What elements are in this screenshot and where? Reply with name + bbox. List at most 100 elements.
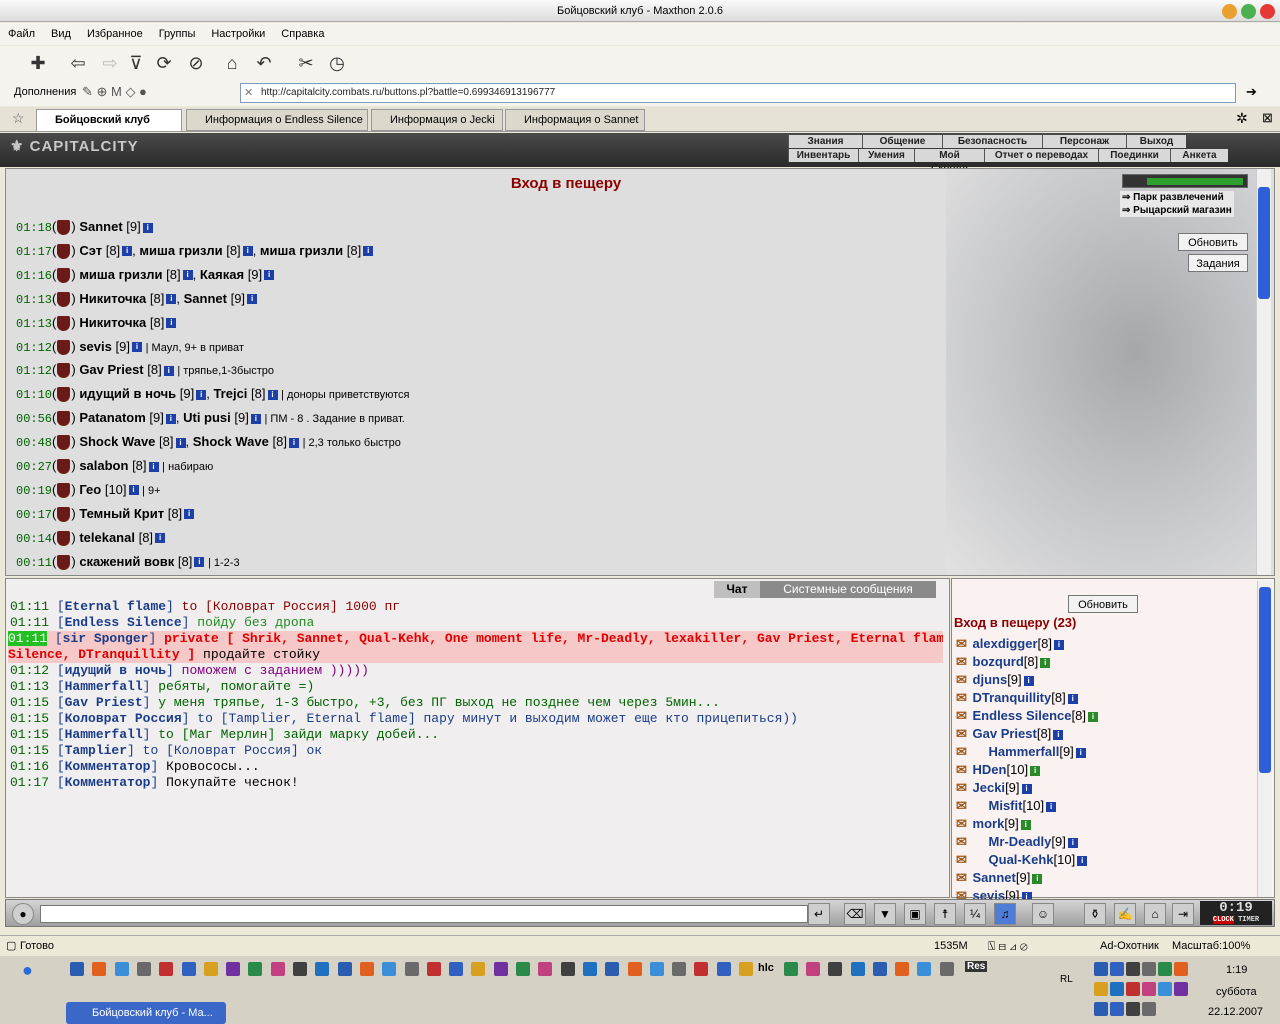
- member-name[interactable]: миша гризли: [139, 243, 222, 258]
- info-icon[interactable]: i: [264, 270, 275, 281]
- info-icon[interactable]: i: [166, 294, 177, 305]
- nav-item[interactable]: Персонаж: [1042, 135, 1126, 148]
- tray-icon[interactable]: [1094, 1002, 1108, 1016]
- user-action-icon[interactable]: ✉: [956, 636, 971, 651]
- quick-launch-icon[interactable]: [92, 962, 107, 976]
- link-amusement-park[interactable]: ⇒ Парк развлечений: [1122, 191, 1232, 204]
- chat-nick[interactable]: Коловрат Россия: [65, 711, 182, 726]
- tray-icon[interactable]: [1158, 982, 1172, 996]
- undo-icon[interactable]: ↶: [252, 51, 276, 75]
- info-icon[interactable]: i: [194, 557, 205, 568]
- member-name[interactable]: Каякая: [200, 267, 244, 282]
- info-icon[interactable]: i: [1054, 639, 1065, 650]
- tray-icon[interactable]: [1142, 982, 1156, 996]
- user-action-icon[interactable]: ✉: [956, 654, 971, 669]
- user-name[interactable]: HDen: [973, 762, 1007, 777]
- tab-system-messages[interactable]: Системные сообщения: [760, 581, 936, 598]
- smiley-head-icon[interactable]: ●: [12, 903, 34, 925]
- user-action-icon[interactable]: ✉: [956, 852, 971, 867]
- quick-launch-icon[interactable]: [270, 962, 285, 976]
- user-row[interactable]: ✉ alexdigger[8] i: [956, 635, 1065, 653]
- tab-info-sannet[interactable]: Информация о Sannet: [505, 109, 645, 131]
- member-name[interactable]: миша гризли: [260, 243, 343, 258]
- person-icon[interactable]: ☨: [934, 903, 956, 925]
- send-icon[interactable]: ↵: [808, 903, 830, 925]
- member-name[interactable]: Никиточка: [79, 315, 146, 330]
- user-action-icon[interactable]: ✉: [956, 726, 971, 741]
- member-name[interactable]: sevis: [79, 339, 112, 354]
- link-knight-shop[interactable]: ⇒ Рыцарский магазин: [1122, 204, 1232, 217]
- member-name[interactable]: Shock Wave: [193, 434, 269, 449]
- chat-nick[interactable]: идущий в ночь: [65, 663, 166, 678]
- tray-icon[interactable]: [1094, 982, 1108, 996]
- member-name[interactable]: миша гризли: [79, 267, 162, 282]
- chat-nick[interactable]: Eternal flame: [65, 599, 166, 614]
- refresh-button[interactable]: Обновить: [1178, 233, 1248, 251]
- member-name[interactable]: Trejci: [213, 386, 247, 401]
- chat-nick[interactable]: Endless Silence: [65, 615, 182, 630]
- users-refresh-button[interactable]: Обновить: [1068, 595, 1138, 613]
- tray-icon[interactable]: [1110, 962, 1124, 976]
- chat-nick[interactable]: sir Sponger: [63, 631, 149, 646]
- user-row[interactable]: ✉ Mr-Deadly[9] i: [956, 833, 1078, 851]
- quick-launch-icon[interactable]: [114, 962, 129, 976]
- tray-icon[interactable]: [1174, 982, 1188, 996]
- info-icon[interactable]: i: [242, 246, 253, 257]
- chat-nick[interactable]: Tamplier: [65, 743, 127, 758]
- url-input[interactable]: http://capitalcity.combats.ru/buttons.pl…: [240, 83, 1236, 103]
- tab-fight-club[interactable]: Бойцовский клуб: [36, 109, 182, 131]
- quick-launch-icon[interactable]: [560, 962, 575, 976]
- quick-launch-icon[interactable]: [449, 962, 464, 976]
- close-button[interactable]: [1260, 4, 1275, 19]
- user-action-icon[interactable]: ✉: [956, 870, 971, 885]
- chest-icon[interactable]: ⌂: [1144, 903, 1166, 925]
- zoom-text[interactable]: Масштаб:100%: [1172, 936, 1250, 956]
- user-name[interactable]: Mr-Deadly: [989, 834, 1052, 849]
- quick-launch-icon[interactable]: [828, 962, 843, 976]
- quick-launch-icon[interactable]: [136, 962, 151, 976]
- user-row[interactable]: ✉ Jecki[9] i: [956, 779, 1032, 797]
- user-name[interactable]: Qual-Kehk: [989, 852, 1054, 867]
- status-tool-icons[interactable]: ⍂ ⊟ ⊿ ⊘: [988, 936, 1028, 956]
- info-icon[interactable]: i: [1046, 801, 1057, 812]
- user-action-icon[interactable]: ✉: [956, 834, 971, 849]
- quick-launch-icon[interactable]: [404, 962, 419, 976]
- users-scrollbar[interactable]: [1257, 581, 1272, 897]
- info-icon[interactable]: i: [1032, 873, 1043, 884]
- info-icon[interactable]: i: [250, 413, 261, 424]
- info-icon[interactable]: i: [1053, 729, 1064, 740]
- user-name[interactable]: alexdigger: [973, 636, 1038, 651]
- info-icon[interactable]: i: [122, 246, 133, 257]
- tasks-button[interactable]: Задания: [1188, 254, 1248, 272]
- taskbar-window-button[interactable]: Бойцовский клуб - Ма...: [66, 1002, 226, 1024]
- member-name[interactable]: Shock Wave: [79, 434, 155, 449]
- tray-icon[interactable]: [1174, 962, 1188, 976]
- nav-item[interactable]: Отчет о переводах: [984, 149, 1098, 162]
- member-name[interactable]: Сэт: [79, 243, 102, 258]
- member-name[interactable]: Patanatom: [79, 410, 145, 425]
- info-icon[interactable]: i: [1087, 711, 1098, 722]
- addon-icons[interactable]: ✎ ⊕ M ◇ ●: [82, 84, 147, 100]
- quick-launch-icon[interactable]: [672, 962, 687, 976]
- member-name[interactable]: telekanal: [79, 530, 135, 545]
- tray-icon[interactable]: [1158, 962, 1172, 976]
- chat-nick[interactable]: Gav Priest: [65, 695, 143, 710]
- chat-nick[interactable]: Комментатор: [65, 775, 151, 790]
- info-icon[interactable]: i: [155, 533, 166, 544]
- user-row[interactable]: ✉ djuns[9] i: [956, 671, 1034, 689]
- hlc-icon[interactable]: hlc: [758, 962, 774, 974]
- nav-item[interactable]: Общение: [862, 135, 942, 148]
- quick-launch-icon[interactable]: [516, 962, 530, 976]
- quick-launch-icon[interactable]: [895, 962, 910, 976]
- info-icon[interactable]: i: [288, 437, 299, 448]
- info-icon[interactable]: i: [1023, 675, 1034, 686]
- tray-icon[interactable]: [1142, 962, 1156, 976]
- chat-nick[interactable]: Hammerfall: [65, 679, 143, 694]
- user-name[interactable]: Gav Priest: [973, 726, 1037, 741]
- quick-launch-icon[interactable]: [783, 962, 798, 976]
- menu-view[interactable]: Вид: [43, 23, 79, 45]
- user-name[interactable]: Sannet: [973, 870, 1016, 885]
- emoji-icon[interactable]: ☺: [1032, 903, 1054, 925]
- quick-launch-icon[interactable]: [226, 962, 241, 976]
- apple-icon[interactable]: ●: [22, 960, 33, 981]
